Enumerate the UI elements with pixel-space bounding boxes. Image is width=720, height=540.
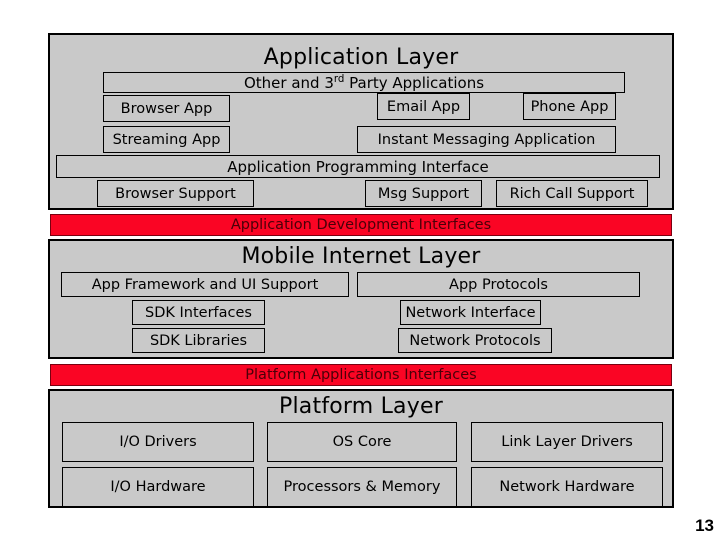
instant-messaging-application-box[interactable]: Instant Messaging Application xyxy=(357,126,616,153)
application-programming-interface-box[interactable]: Application Programming Interface xyxy=(56,155,660,178)
application-development-interfaces-bar[interactable]: Application Development Interfaces xyxy=(50,214,672,236)
platform-layer-title: Platform Layer xyxy=(279,394,443,419)
browser-app-box[interactable]: Browser App xyxy=(103,95,230,122)
ordinal-suffix-rd: rd xyxy=(333,73,345,85)
processors-and-memory-box[interactable]: Processors & Memory xyxy=(267,467,457,507)
phone-app-box[interactable]: Phone App xyxy=(523,93,616,120)
slide-canvas: Application Layer Other and 3rd Party Ap… xyxy=(0,0,720,540)
email-app-box[interactable]: Email App xyxy=(377,93,470,120)
app-framework-and-ui-support-box[interactable]: App Framework and UI Support xyxy=(61,272,349,297)
sdk-interfaces-box[interactable]: SDK Interfaces xyxy=(132,300,265,325)
streaming-app-box[interactable]: Streaming App xyxy=(103,126,230,153)
link-layer-drivers-box[interactable]: Link Layer Drivers xyxy=(471,422,663,462)
network-interface-box[interactable]: Network Interface xyxy=(400,300,541,325)
mobile-internet-layer-panel: Mobile Internet Layer App Framework and … xyxy=(48,239,674,359)
io-drivers-box[interactable]: I/O Drivers xyxy=(62,422,254,462)
browser-support-box[interactable]: Browser Support xyxy=(97,180,254,207)
sdk-libraries-box[interactable]: SDK Libraries xyxy=(132,328,265,353)
platform-applications-interfaces-bar[interactable]: Platform Applications Interfaces xyxy=(50,364,672,386)
io-hardware-box[interactable]: I/O Hardware xyxy=(62,467,254,507)
platform-layer-panel: Platform Layer I/O Drivers OS Core Link … xyxy=(48,389,674,508)
other-3rd-party-applications-label: Other and 3rd Party Applications xyxy=(243,73,485,92)
msg-support-box[interactable]: Msg Support xyxy=(365,180,482,207)
network-hardware-box[interactable]: Network Hardware xyxy=(471,467,663,507)
application-layer-panel: Application Layer Other and 3rd Party Ap… xyxy=(48,33,674,210)
os-core-box[interactable]: OS Core xyxy=(267,422,457,462)
page-number: 13 xyxy=(695,516,714,535)
network-protocols-box[interactable]: Network Protocols xyxy=(398,328,552,353)
app-protocols-box[interactable]: App Protocols xyxy=(357,272,640,297)
mobile-internet-layer-title: Mobile Internet Layer xyxy=(241,244,481,269)
rich-call-support-box[interactable]: Rich Call Support xyxy=(496,180,648,207)
application-layer-title: Application Layer xyxy=(263,45,459,70)
other-3rd-party-applications-box[interactable]: Other and 3rd Party Applications xyxy=(103,72,625,93)
